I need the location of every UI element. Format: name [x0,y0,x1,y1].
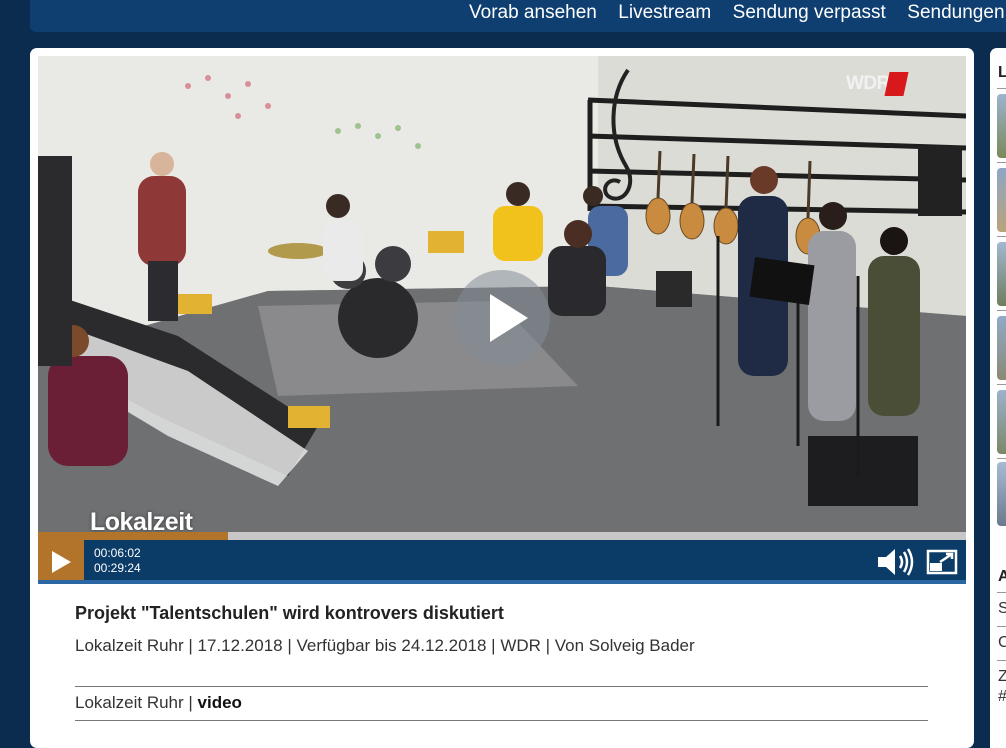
main-card: WDR Lokalzeit 00:06:02 00:29:24 Projekt … [30,48,974,748]
tag-program[interactable]: Lokalzeit Ruhr | [75,693,198,712]
progress-bar[interactable] [38,532,966,540]
sidebar-link[interactable]: C [998,634,1006,652]
current-time: 00:06:02 [94,546,141,560]
divider [997,384,1006,385]
play-icon [52,551,71,573]
sidebar-thumbnail[interactable] [997,242,1006,306]
divider [997,660,1006,661]
nav-vorab-ansehen[interactable]: Vorab ansehen [469,2,597,24]
nav-livestream[interactable]: Livestream [618,2,711,24]
divider [75,686,928,687]
nav-sendung-verpasst[interactable]: Sendung verpasst [733,2,886,24]
controls-underline [38,580,966,584]
sidebar-thumbnail[interactable] [997,462,1006,526]
duration: 00:29:24 [94,561,141,575]
sidebar-heading: A [998,568,1006,585]
divider [75,720,928,721]
sidebar-thumbnail[interactable] [997,390,1006,454]
top-navigation: Vorab ansehen Livestream Sendung verpass… [30,0,1006,32]
play-icon [490,294,528,342]
divider [997,592,1006,593]
video-meta: Lokalzeit Ruhr | 17.12.2018 | Verfügbar … [75,636,695,655]
time-display: 00:06:02 00:29:24 [94,546,141,576]
nav-sendungen-a-z[interactable]: Sendungen A-Z [907,2,1006,24]
divider [997,162,1006,163]
sidebar-link[interactable]: S [998,600,1006,618]
divider [997,236,1006,237]
sidebar-thumbnail[interactable] [997,94,1006,158]
sidebar-heading: L [998,64,1006,81]
tag-type[interactable]: video [198,693,242,712]
divider [997,310,1006,311]
sidebar-thumbnail[interactable] [997,316,1006,380]
player-controls: 00:06:02 00:29:24 [38,540,966,584]
lokalzeit-watermark: Lokalzeit [90,508,193,532]
video-player[interactable]: WDR Lokalzeit [38,56,966,532]
play-button[interactable] [38,540,84,584]
divider [997,626,1006,627]
divider [997,88,1006,89]
video-title: Projekt "Talentschulen" wird kontrovers … [75,603,504,623]
fullscreen-icon [926,549,958,575]
progress-bar-played [38,532,229,540]
sidebar-link[interactable]: Z [998,668,1006,686]
sidebar-thumbnail[interactable] [997,168,1006,232]
volume-button[interactable] [876,546,916,578]
divider [997,458,1006,459]
video-tags: Lokalzeit Ruhr | video [75,693,242,713]
fullscreen-button[interactable] [926,548,958,576]
right-sidebar: L A S C Z # [990,48,1006,748]
big-play-button[interactable] [454,270,550,366]
volume-icon [878,548,914,576]
sidebar-link[interactable]: # [998,688,1006,706]
